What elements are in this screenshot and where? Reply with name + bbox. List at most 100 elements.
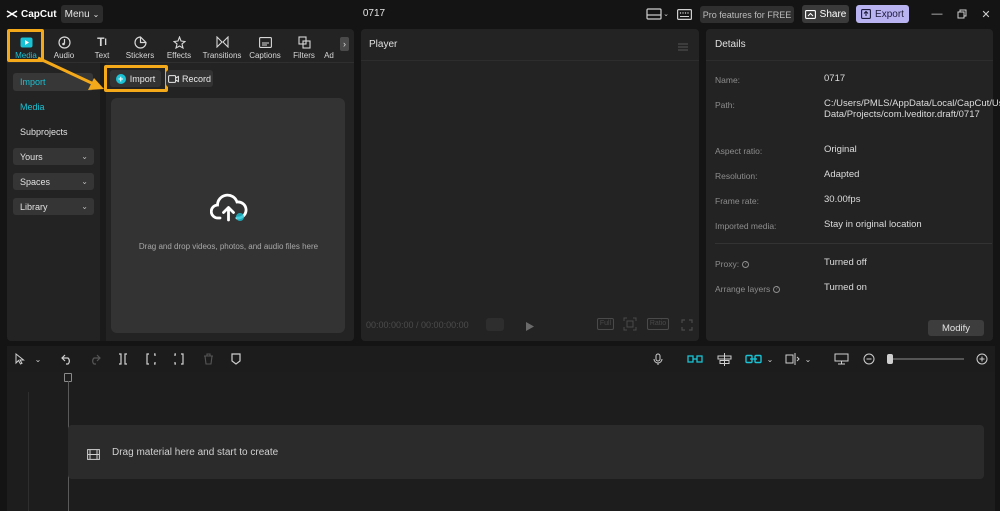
chevron-down-icon[interactable]: ⌄ (31, 352, 45, 366)
detail-value-proxy: Turned off (824, 257, 867, 268)
fullscreen-icon[interactable] (681, 318, 693, 336)
player-panel (361, 29, 699, 341)
tab-label: Stickers (125, 51, 155, 60)
link-clips-icon[interactable] (716, 352, 732, 366)
delete-right-icon[interactable] (172, 352, 186, 366)
project-title: 0717 (362, 8, 386, 19)
audio-icon (57, 35, 71, 49)
cloud-upload-icon (210, 193, 248, 222)
detail-label-proxy-row: Proxy: ? (715, 259, 750, 269)
tab-label: Ad (324, 51, 334, 60)
details-header-divider (706, 60, 993, 61)
detail-label-arrange-row: Arrange layers ? (715, 284, 781, 294)
timecode-toggle[interactable] (486, 318, 504, 331)
detail-label-path: Path: (715, 100, 735, 110)
tab-filters[interactable]: Filters (285, 31, 323, 60)
close-icon[interactable]: ✕ (979, 7, 993, 21)
tab-adjustment[interactable]: Ad (320, 31, 338, 60)
chevron-down-icon[interactable]: ⌄ (801, 352, 815, 366)
menu-button[interactable]: Menu ⌄ (61, 5, 103, 23)
detail-value-path: C:/Users/PMLS/AppData/Local/CapCut/User … (824, 98, 1000, 120)
auto-snap-icon[interactable] (686, 352, 704, 366)
linkage-icon[interactable] (744, 352, 762, 366)
adjust-icon (322, 35, 336, 49)
tab-transitions[interactable]: Transitions (202, 31, 242, 60)
sidebar-item-subprojects[interactable]: Subprojects (13, 123, 93, 141)
share-button[interactable]: Share (802, 5, 849, 23)
tab-effects[interactable]: Effects (160, 31, 198, 60)
timeline-preview-icon[interactable] (833, 352, 849, 366)
captions-icon (258, 35, 272, 49)
chevron-down-icon: ⌄ (81, 202, 88, 211)
share-icon (804, 9, 816, 19)
filters-icon (297, 35, 311, 49)
detail-value-imported-media: Stay in original location (824, 219, 922, 230)
detail-value-aspect-ratio: Original (824, 144, 857, 155)
record-button[interactable]: Record (166, 70, 213, 87)
zoom-out-icon[interactable] (862, 352, 876, 366)
tab-label: Filters (293, 51, 315, 60)
pro-features-button[interactable]: Pro features for FREE (700, 6, 794, 23)
details-panel (706, 29, 993, 341)
tab-label: Captions (249, 51, 281, 60)
capcut-logo-icon (6, 10, 18, 18)
sidebar-dropdown-yours[interactable]: Yours ⌄ (13, 148, 94, 165)
microphone-icon[interactable] (651, 352, 665, 366)
player-title: Player (369, 39, 398, 50)
detail-label-frame-rate: Frame rate: (715, 196, 759, 206)
ratio-button[interactable]: Ratio (647, 318, 669, 330)
detail-label-proxy: Proxy: (715, 259, 740, 269)
details-title: Details (715, 39, 746, 50)
player-menu-icon[interactable] (677, 39, 689, 51)
keyboard-icon[interactable] (676, 7, 692, 21)
detail-value-name: 0717 (824, 73, 846, 84)
detail-value-arrange-layers: Turned on (824, 282, 867, 293)
share-label: Share (819, 8, 847, 20)
text-icon: TI (97, 35, 107, 49)
sidebar-dropdown-library[interactable]: Library ⌄ (13, 198, 94, 215)
preview-axis-icon[interactable] (784, 352, 800, 366)
fit-icon[interactable] (623, 317, 637, 336)
capcut-logo: CapCut (6, 6, 57, 22)
detail-value-resolution: Adapted (824, 169, 860, 180)
delete-left-icon[interactable] (144, 352, 158, 366)
trash-icon[interactable] (201, 352, 215, 366)
redo-icon[interactable] (88, 352, 102, 366)
chevron-right-icon[interactable]: › (340, 37, 349, 51)
transitions-icon (215, 35, 229, 49)
detail-label-aspect-ratio: Aspect ratio: (715, 146, 763, 156)
player-timecode: 00:00:00:00 / 00:00:00:00 (366, 320, 469, 330)
export-icon (861, 9, 871, 19)
marker-icon[interactable] (229, 352, 243, 366)
brand-name: CapCut (21, 8, 57, 20)
layout-icon[interactable] (645, 7, 663, 21)
menu-label: Menu (64, 8, 90, 20)
timeline-drop-hint: Drag material here and start to create (112, 447, 279, 458)
sidebar-separator (100, 63, 106, 341)
chevron-down-icon: ⌄ (81, 177, 88, 186)
zoom-slider-handle[interactable] (887, 354, 893, 364)
detail-value-frame-rate: 30.00fps (824, 194, 861, 205)
modify-button[interactable]: Modify (928, 320, 984, 336)
chevron-down-icon[interactable]: ⌄ (763, 352, 777, 366)
info-icon[interactable]: ? (773, 285, 781, 293)
tab-label: Effects (166, 51, 192, 60)
layout-chevron-icon[interactable]: ⌄ (662, 7, 670, 21)
undo-icon[interactable] (60, 352, 74, 366)
tab-captions[interactable]: Captions (246, 31, 284, 60)
export-button[interactable]: Export (856, 5, 909, 23)
detail-label-imported-media: Imported media: (715, 221, 777, 231)
title-bar (0, 0, 1000, 28)
zoom-in-icon[interactable] (975, 352, 989, 366)
sidebar-dropdown-spaces[interactable]: Spaces ⌄ (13, 173, 94, 190)
full-quality-button[interactable]: Full (597, 318, 614, 330)
minimize-icon[interactable]: — (930, 7, 944, 21)
info-icon[interactable]: ? (742, 260, 750, 268)
zoom-slider-track[interactable] (892, 358, 964, 360)
split-icon[interactable] (116, 352, 130, 366)
restore-icon[interactable] (955, 7, 969, 21)
tab-stickers[interactable]: Stickers (121, 31, 159, 60)
select-cursor-icon[interactable] (13, 352, 27, 366)
play-icon[interactable] (525, 319, 535, 337)
record-label: Record (181, 73, 211, 84)
